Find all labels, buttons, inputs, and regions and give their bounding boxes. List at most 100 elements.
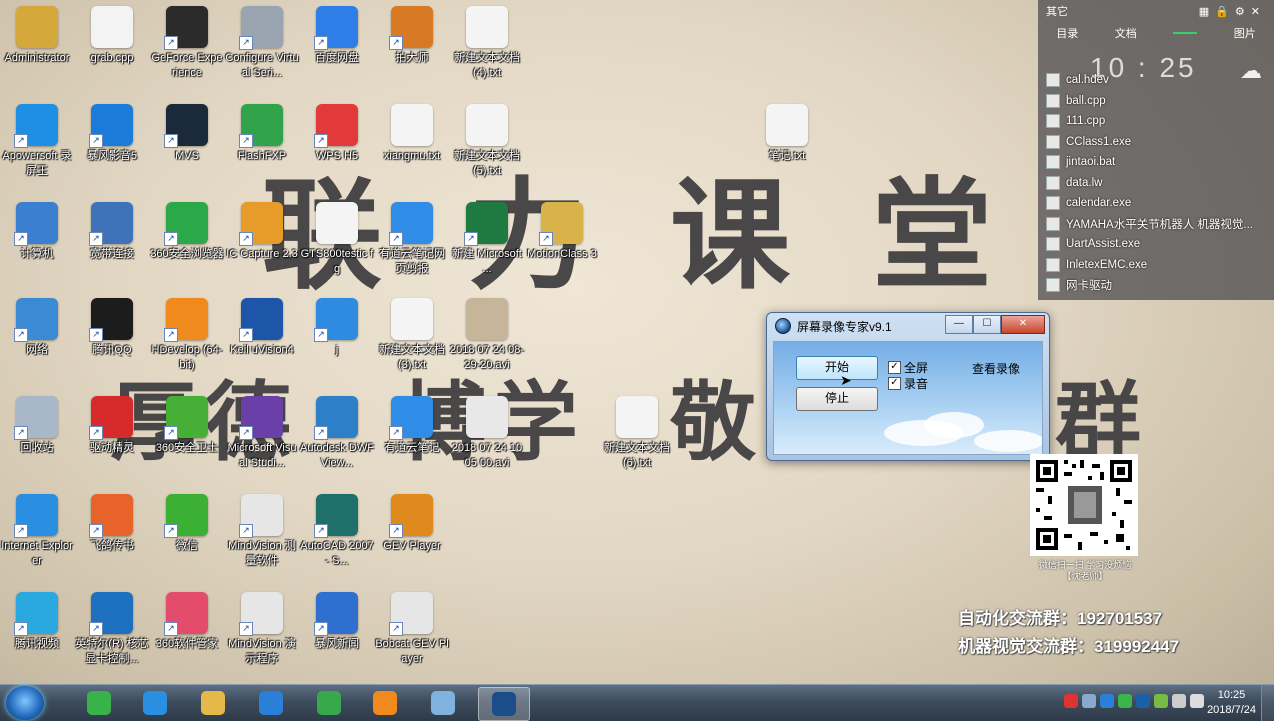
signal-icon[interactable]	[1172, 694, 1186, 708]
desktop-icon[interactable]: 新建文本文档 (5).txt	[450, 104, 524, 179]
close-button[interactable]: ✕	[1001, 315, 1045, 334]
start-button-windows-icon[interactable]	[6, 686, 44, 720]
tray-app-icon[interactable]	[1100, 694, 1114, 708]
desktop-icon[interactable]: ↗ Configure Virtual Seri...	[225, 6, 299, 81]
desktop-icon[interactable]: ↗ MotionClass 3	[525, 202, 599, 262]
desktop-icon[interactable]: ↗ 腾讯视频	[0, 592, 74, 652]
desktop-icon[interactable]: ↗ 360安全卫士	[150, 396, 224, 456]
recent-file-item[interactable]: CClass1.exe	[1038, 132, 1274, 153]
desktop-icon[interactable]: 2018 07 24 08-29-20.avi	[450, 298, 524, 373]
desktop-icon[interactable]: 新建文本文档 (3).txt	[375, 298, 449, 373]
desktop-icon[interactable]: ↗ Keil uVision4	[225, 298, 299, 358]
maximize-button[interactable]: ☐	[973, 315, 1001, 334]
desktop-icon[interactable]: GTS800testic fg	[300, 202, 374, 277]
desktop-icon[interactable]: ↗ 回收站	[0, 396, 74, 456]
desktop-icon[interactable]: ↗ FlashFXP	[225, 104, 299, 164]
recent-file-item[interactable]: calendar.exe	[1038, 193, 1274, 214]
desktop-icon[interactable]: ↗ 计算机	[0, 202, 74, 262]
recent-file-item[interactable]: YAMAHA水平关节机器人 机器视觉...	[1038, 214, 1274, 235]
tab-images[interactable]: 图片	[1234, 25, 1256, 41]
tray-red-icon[interactable]	[1064, 694, 1078, 708]
taskbar-item-360-browser[interactable]	[74, 687, 124, 719]
audio-checkbox[interactable]: ✓ 录音	[888, 375, 928, 392]
taskbar-item-screen-recorder[interactable]	[478, 687, 530, 721]
taskbar-item-halcon[interactable]	[360, 687, 410, 719]
tab-documents[interactable]: 文档	[1115, 25, 1137, 41]
tab-directory[interactable]: 目录	[1056, 25, 1078, 41]
desktop-icon[interactable]: ↗ 360安全浏览器	[150, 202, 224, 262]
desktop-icon[interactable]: ↗ Microsoft Visual Studi...	[225, 396, 299, 471]
recent-file-item[interactable]: InletexEMC.exe	[1038, 255, 1274, 276]
recent-file-item[interactable]: data.lw	[1038, 173, 1274, 194]
desktop-icon[interactable]: ↗ GeForce Experience	[150, 6, 224, 81]
desktop-icon-label: xiangmu.txt	[383, 150, 441, 162]
desktop-icon[interactable]: 新建文本文档 (6).txt	[600, 396, 674, 471]
lock-icon[interactable]: 🔒	[1215, 6, 1235, 18]
tray-security-icon[interactable]	[1118, 694, 1132, 708]
desktop-icon[interactable]: ↗ Bobcat GEV Player	[375, 592, 449, 667]
tab-other[interactable]	[1173, 32, 1198, 34]
desktop-icon[interactable]: ↗ Internet Explorer	[0, 494, 74, 569]
desktop-icon[interactable]: ↗ AutoCAD 2007 - S...	[300, 494, 374, 569]
desktop-icon[interactable]: ↗ 新建 Microsoft ...	[450, 202, 524, 277]
desktop-icon[interactable]: 2018 07 24 10 05 00.avi	[450, 396, 524, 471]
taskbar-item-paint[interactable]	[418, 687, 468, 719]
desktop-icon[interactable]: ↗ 拍大师	[375, 6, 449, 66]
desktop-icon[interactable]: ↗ HDevelop (64-bit)	[150, 298, 224, 373]
minimize-button[interactable]: —	[945, 315, 973, 334]
fullscreen-checkbox[interactable]: ✓ 全屏	[888, 359, 928, 376]
desktop-icon[interactable]: ↗ 飞鸽传书	[75, 494, 149, 554]
desktop-icon[interactable]: ↗ 微信	[150, 494, 224, 554]
desktop-icon[interactable]: ↗ 驱动精灵	[75, 396, 149, 456]
desktop-icon[interactable]: 新建文本文档 (4).txt	[450, 6, 524, 81]
taskbar-clock[interactable]: 10:25 2018/7/24	[1207, 688, 1256, 718]
desktop-icon[interactable]: ↗ 百度网盘	[300, 6, 374, 66]
desktop-icon[interactable]: 笔记.txt	[750, 104, 824, 164]
desktop-icon[interactable]: Administrator	[0, 6, 74, 66]
show-desktop-button[interactable]	[1261, 685, 1274, 721]
desktop-icon[interactable]: ↗ MindVision 测量软件	[225, 494, 299, 569]
desktop-icon[interactable]: ↗ 有道云笔记网页剪报	[375, 202, 449, 277]
desktop-icon[interactable]: ↗ MindVision 演示程序	[225, 592, 299, 667]
taskbar-item-wps-writer[interactable]	[246, 687, 296, 719]
close-icon[interactable]: ✕	[1251, 6, 1266, 18]
tray-network-icon[interactable]	[1082, 694, 1096, 708]
desktop-icon[interactable]: ↗ 宽带连接	[75, 202, 149, 262]
desktop-icon[interactable]: ↗ 暴风新闻	[300, 592, 374, 652]
bluetooth-icon[interactable]	[1136, 694, 1150, 708]
desktop-icon[interactable]: xiangmu.txt	[375, 104, 449, 164]
shortcut-arrow-icon: ↗	[164, 36, 178, 50]
desktop-icon[interactable]: ↗ j	[300, 298, 374, 358]
desktop-icon[interactable]: ↗ 英特尔(R) 核芯显卡控制...	[75, 592, 149, 667]
recent-file-item[interactable]: cal.hdev	[1038, 70, 1274, 91]
desktop-icon[interactable]: ↗ GEV Player	[375, 494, 449, 554]
desktop-icon[interactable]: ↗ MVS	[150, 104, 224, 164]
recent-file-item[interactable]: 网卡驱动	[1038, 275, 1274, 296]
desktop-icon[interactable]: ↗ 360软件管家	[150, 592, 224, 652]
desktop-icon[interactable]: grab.cpp	[75, 6, 149, 66]
desktop-icon[interactable]: ↗ IC Capture 2.3	[225, 202, 299, 262]
recent-file-item[interactable]: ball.cpp	[1038, 91, 1274, 112]
recent-file-item[interactable]: jintaoi.bat	[1038, 152, 1274, 173]
desktop-icon[interactable]: ↗ 腾讯QQ	[75, 298, 149, 358]
recent-file-item[interactable]: UartAssist.exe	[1038, 234, 1274, 255]
desktop-icon[interactable]: ↗ Apowersoft 录屏王	[0, 104, 74, 179]
view-recordings-link[interactable]: 查看录像	[972, 360, 1020, 377]
shortcut-arrow-icon: ↗	[14, 622, 28, 636]
recent-file-item[interactable]: 111.cpp	[1038, 111, 1274, 132]
taskbar-item-green-app[interactable]	[304, 687, 354, 719]
settings-icon[interactable]: ⚙	[1235, 6, 1251, 18]
desktop-icon[interactable]: ↗ 有道云笔记	[375, 396, 449, 456]
start-button[interactable]: 开始	[796, 356, 878, 380]
volume-icon[interactable]	[1190, 694, 1204, 708]
grid-icon[interactable]: ▦	[1199, 6, 1215, 18]
taskbar-item-recorder[interactable]	[130, 687, 180, 719]
desktop-icon[interactable]: ↗ WPS H5	[300, 104, 374, 164]
desktop-icon[interactable]: ↗ 网络	[0, 298, 74, 358]
desktop-icon-label: 暴风影音5	[86, 150, 138, 162]
tray-nvidia-icon[interactable]	[1154, 694, 1168, 708]
desktop-icon[interactable]: ↗ Autodesk DWF View...	[300, 396, 374, 471]
desktop-icon[interactable]: ↗ 暴风影音5	[75, 104, 149, 164]
taskbar-item-file-explorer[interactable]	[188, 687, 238, 719]
stop-button[interactable]: 停止	[796, 387, 878, 411]
